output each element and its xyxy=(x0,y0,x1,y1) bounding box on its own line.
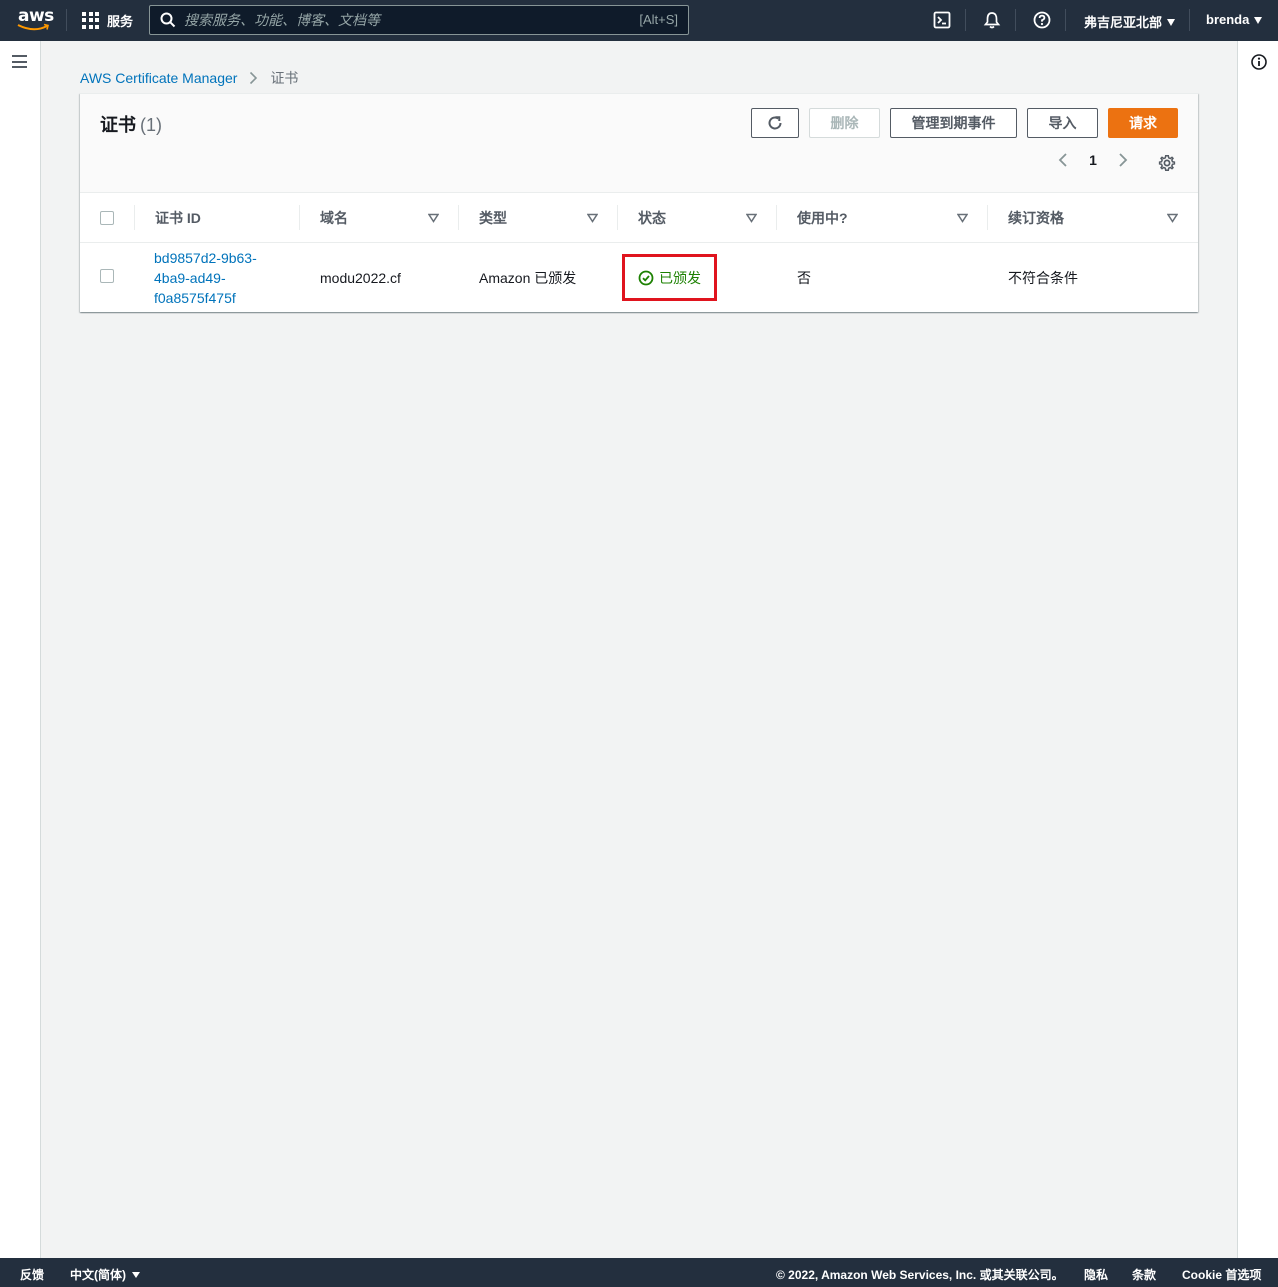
panel-header: 证书 (1) 删除 管理到期事件 导入 请求 1 xyxy=(80,94,1198,193)
services-menu-button[interactable]: 服务 xyxy=(82,10,133,30)
copyright-text: © 2022, Amazon Web Services, Inc. 或其关联公司… xyxy=(776,1268,1064,1282)
search-shortcut-hint: [Alt+S] xyxy=(639,12,678,27)
sort-icon[interactable] xyxy=(746,213,757,223)
feedback-link[interactable]: 反馈 xyxy=(20,1266,44,1283)
notifications-button[interactable] xyxy=(981,9,1003,31)
panel-title-text: 证书 xyxy=(100,115,136,135)
services-label: 服务 xyxy=(107,13,134,29)
search-input[interactable] xyxy=(184,9,614,31)
left-navigation-rail xyxy=(0,41,41,1258)
region-selector[interactable]: 弗吉尼亚北部 xyxy=(1084,12,1176,31)
pagination: 1 xyxy=(1056,152,1130,168)
status-text: 已颁发 xyxy=(659,269,701,286)
aws-smile-icon xyxy=(17,23,49,31)
footer: 反馈 中文(简体) © 2022, Amazon Web Services, I… xyxy=(0,1258,1278,1287)
global-search[interactable]: [Alt+S] xyxy=(149,5,689,35)
table-header-row: 证书 ID 域名 类型 状态 使用中? 续订资格 xyxy=(80,193,1198,243)
language-selector[interactable]: 中文(简体) xyxy=(70,1266,140,1283)
hamburger-icon[interactable] xyxy=(12,55,28,69)
help-button[interactable] xyxy=(1031,9,1053,31)
column-header-status[interactable]: 状态 xyxy=(618,193,777,243)
type-cell: Amazon 已颁发 xyxy=(479,269,577,286)
cookie-preferences-link[interactable]: Cookie 首选项 xyxy=(1182,1266,1261,1283)
info-icon[interactable] xyxy=(1250,53,1268,71)
manage-expiry-events-button[interactable]: 管理到期事件 xyxy=(890,108,1017,138)
domain-cell: modu2022.cf xyxy=(320,269,401,286)
column-label: 续订资格 xyxy=(1008,209,1064,226)
aws-logo[interactable]: aws xyxy=(14,6,54,34)
column-label: 使用中? xyxy=(797,209,848,226)
nav-divider xyxy=(965,9,966,31)
caret-down-icon xyxy=(1167,18,1176,26)
table-row: bd9857d2-9b63- 4ba9-ad49- f0a8575f475f m… xyxy=(80,243,1198,313)
refresh-icon xyxy=(768,116,782,130)
nav-divider xyxy=(1065,9,1066,31)
chevron-left-icon[interactable] xyxy=(1056,152,1070,168)
sort-icon[interactable] xyxy=(1167,213,1178,223)
breadcrumb-current: 证书 xyxy=(270,70,299,86)
page-number[interactable]: 1 xyxy=(1070,152,1116,168)
sort-icon[interactable] xyxy=(957,213,968,223)
certificates-table: 证书 ID 域名 类型 状态 使用中? 续订资格 bd9857d2-9b63- … xyxy=(80,193,1198,313)
column-label: 域名 xyxy=(320,209,348,226)
in-use-cell: 否 xyxy=(797,269,811,286)
privacy-link[interactable]: 隐私 xyxy=(1084,1266,1108,1283)
chevron-right-icon[interactable] xyxy=(1116,152,1130,168)
refresh-button[interactable] xyxy=(751,108,799,138)
bell-icon xyxy=(983,12,1001,29)
cert-id-line: 4ba9-ad49- xyxy=(154,269,226,286)
import-button[interactable]: 导入 xyxy=(1027,108,1098,138)
column-label: 状态 xyxy=(638,209,666,226)
column-header-cert-id[interactable]: 证书 ID xyxy=(135,193,300,243)
services-grid-icon xyxy=(82,11,99,29)
column-header-domain[interactable]: 域名 xyxy=(300,193,459,243)
cloudshell-icon xyxy=(933,11,951,29)
region-label: 弗吉尼亚北部 xyxy=(1084,15,1163,30)
sort-icon[interactable] xyxy=(428,213,439,223)
search-icon xyxy=(160,12,176,28)
breadcrumb-acm-link[interactable]: AWS Certificate Manager xyxy=(80,70,237,86)
right-tools-rail xyxy=(1237,41,1278,1258)
column-label: 证书 ID xyxy=(155,209,201,226)
select-all-header xyxy=(80,193,135,243)
cert-id-line: f0a8575f475f xyxy=(154,289,236,306)
row-checkbox[interactable] xyxy=(100,269,114,284)
success-check-icon xyxy=(638,270,654,286)
cert-id-cell: bd9857d2-9b63- 4ba9-ad49- f0a8575f475f xyxy=(135,243,300,313)
panel-title-count: (1) xyxy=(140,115,162,135)
caret-down-icon xyxy=(132,1271,140,1278)
user-label: brenda xyxy=(1206,12,1250,27)
nav-divider xyxy=(1015,9,1016,31)
status-highlight-box: 已颁发 xyxy=(622,254,717,302)
cloudshell-button[interactable] xyxy=(931,9,953,31)
select-all-checkbox[interactable] xyxy=(100,210,114,225)
delete-button[interactable]: 删除 xyxy=(809,108,880,138)
cert-id-line: bd9857d2-9b63- xyxy=(154,249,257,266)
terms-link[interactable]: 条款 xyxy=(1132,1266,1156,1283)
nav-divider xyxy=(1189,9,1190,31)
chevron-right-icon xyxy=(250,71,258,85)
caret-down-icon xyxy=(1254,16,1263,24)
nav-divider xyxy=(66,9,67,31)
certificates-table-panel: 证书 (1) 删除 管理到期事件 导入 请求 1 证书 ID 域名 类型 状态 … xyxy=(80,93,1198,312)
renewal-eligibility-cell: 不符合条件 xyxy=(1008,269,1078,286)
cert-id-link[interactable]: bd9857d2-9b63- 4ba9-ad49- f0a8575f475f xyxy=(154,248,280,308)
breadcrumb: AWS Certificate Manager 证书 xyxy=(80,68,298,88)
help-icon xyxy=(1033,11,1051,29)
column-header-renewal[interactable]: 续订资格 xyxy=(988,193,1198,243)
row-select-cell xyxy=(80,243,135,313)
column-header-type[interactable]: 类型 xyxy=(459,193,618,243)
request-button[interactable]: 请求 xyxy=(1108,108,1178,138)
panel-title: 证书 (1) xyxy=(100,111,162,137)
sort-icon[interactable] xyxy=(587,213,598,223)
top-navigation: aws 服务 [Alt+S] xyxy=(0,0,1278,41)
language-label: 中文(简体) xyxy=(70,1268,126,1282)
column-label: 类型 xyxy=(479,209,507,226)
column-header-in-use[interactable]: 使用中? xyxy=(777,193,988,243)
status-cell: 已颁发 xyxy=(618,243,777,313)
user-menu[interactable]: brenda xyxy=(1206,12,1263,27)
settings-gear-icon[interactable] xyxy=(1158,154,1176,172)
